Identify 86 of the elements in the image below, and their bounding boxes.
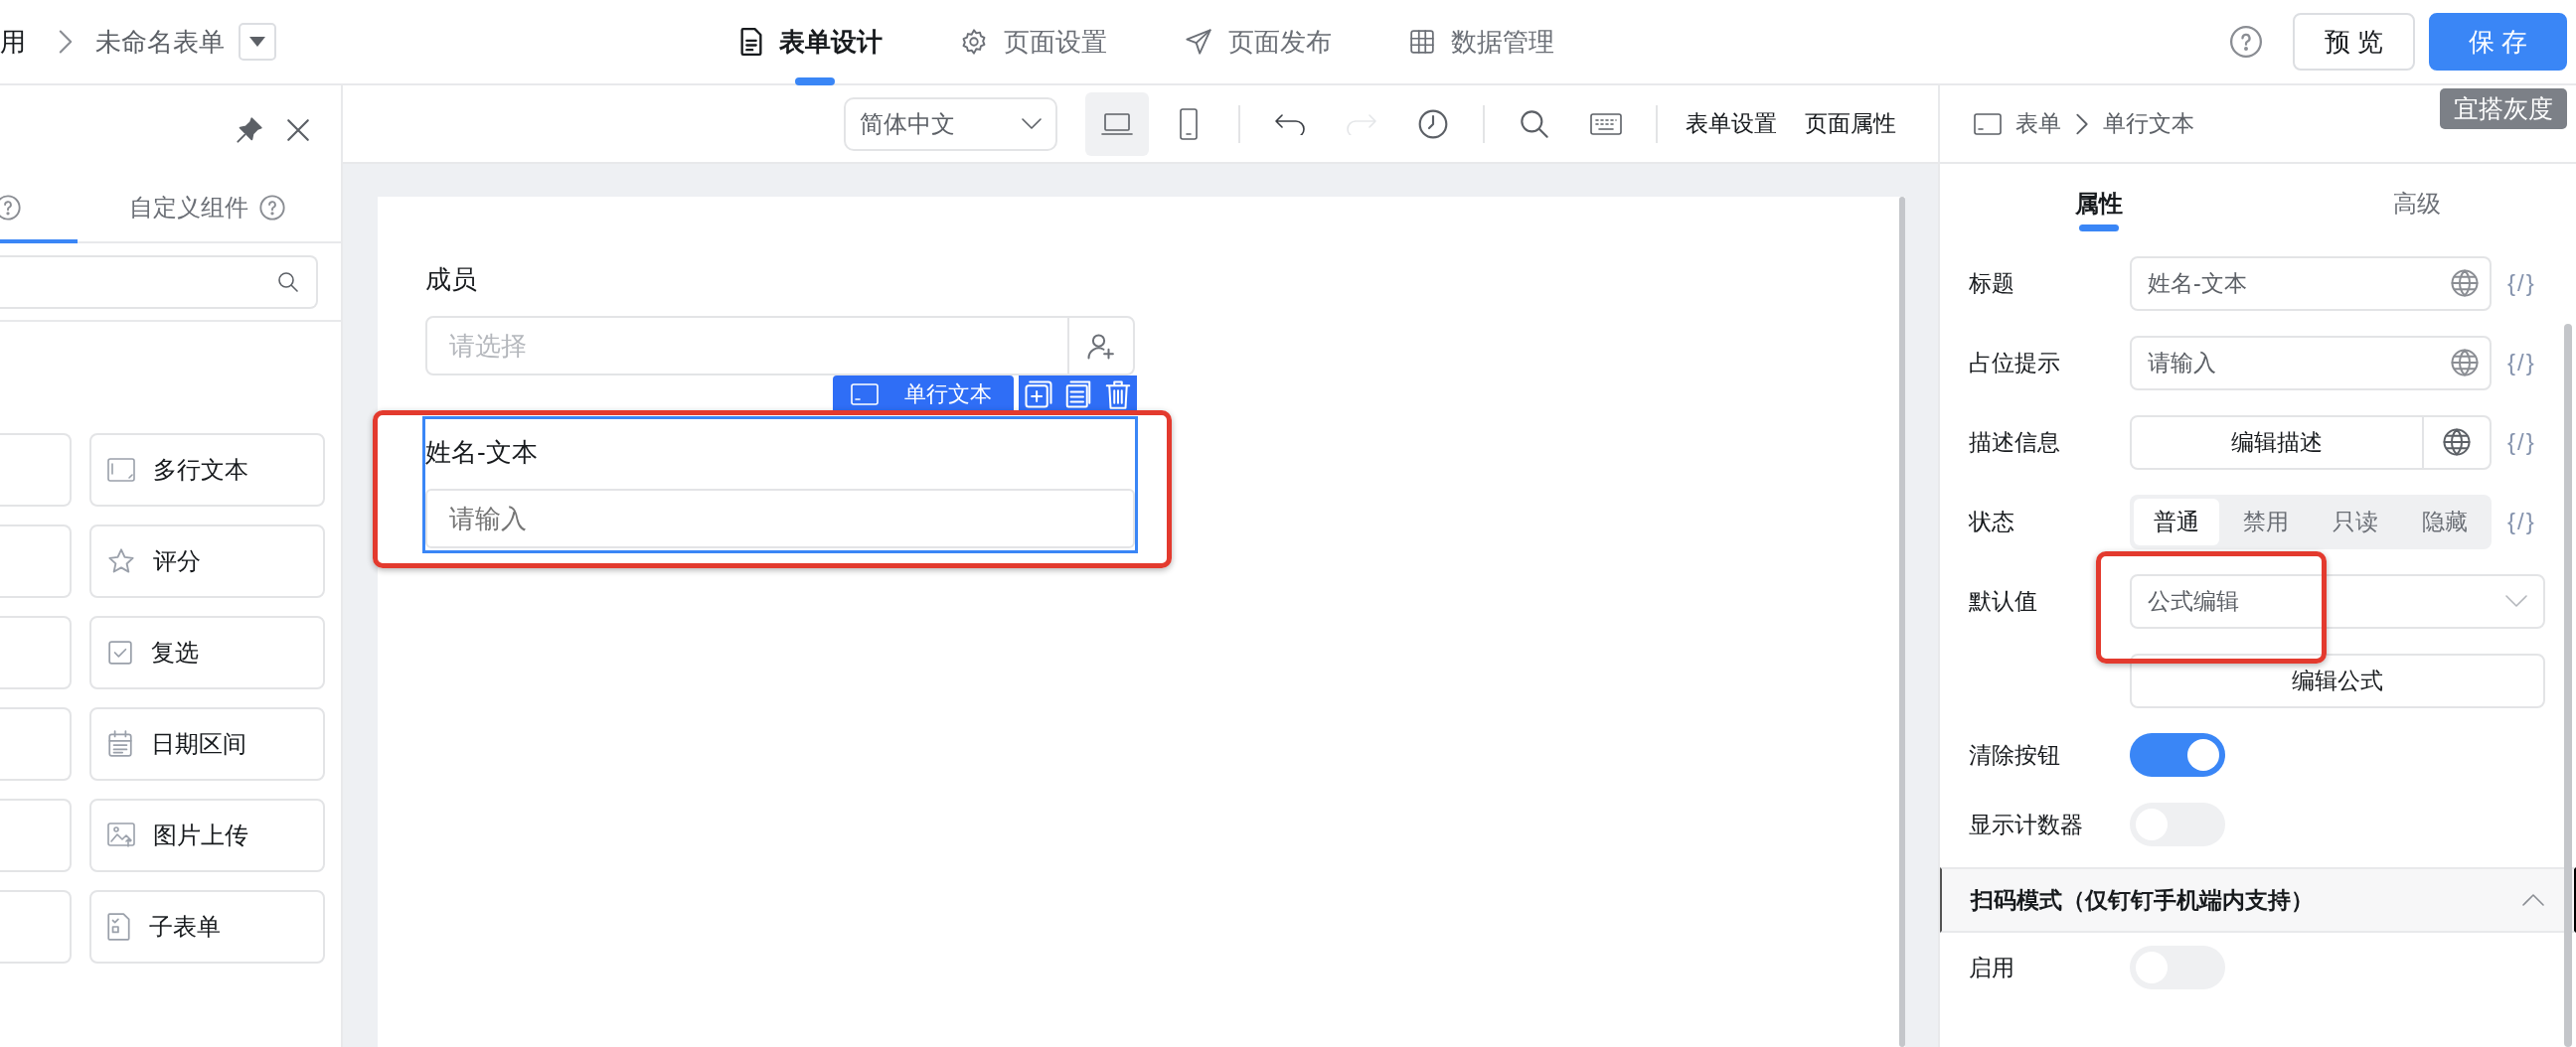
property-label: 启用 [1969, 953, 2015, 982]
table-icon [1409, 29, 1435, 55]
breadcrumb-item[interactable]: 单行文本 [2103, 108, 2194, 139]
form-frame-icon [1974, 112, 2002, 135]
globe-icon[interactable] [2442, 427, 2472, 457]
delete-icon[interactable] [1103, 379, 1132, 409]
globe-icon[interactable] [2450, 348, 2480, 377]
component-card[interactable]: 复选 [89, 616, 325, 689]
phone-icon [1179, 107, 1199, 140]
help-icon [0, 194, 22, 222]
breadcrumb-item[interactable]: 表单 [2015, 108, 2061, 139]
app-name[interactable]: 用 [0, 24, 26, 60]
chevron-right-icon [2075, 111, 2089, 136]
chevron-down-icon [1022, 117, 1042, 130]
textbox-icon [851, 383, 879, 405]
language-select[interactable]: 简体中文 [844, 96, 1057, 151]
chevron-down-icon [2505, 595, 2527, 607]
textarea-icon [107, 458, 135, 482]
tooltip: 宜搭灰度 [2440, 88, 2567, 129]
save-button[interactable]: 保 存 [2428, 13, 2567, 71]
field-label: 姓名-文本 [425, 437, 539, 467]
section-header[interactable]: 扫码模式（仅钉钉手机端内支持） [1940, 867, 2576, 933]
property-input[interactable]: 请输入 [2130, 335, 2492, 390]
form-field[interactable]: 成员 请选择 [425, 264, 1135, 375]
star-icon [107, 547, 135, 575]
property-tab[interactable]: 高级 [2258, 164, 2576, 243]
gear-icon [960, 28, 988, 56]
edit-formula-button[interactable]: 编辑公式 [2130, 653, 2545, 708]
checkbox-icon [107, 640, 133, 666]
property-label: 占位提示 [1969, 348, 2061, 377]
property-input[interactable]: 姓名-文本 [2130, 255, 2492, 311]
image-icon [107, 823, 135, 848]
chevron-right-icon [58, 29, 74, 55]
property-label: 清除按钮 [1969, 740, 2061, 770]
help-icon[interactable] [2228, 25, 2263, 59]
nav-tab[interactable]: 页面发布 [1185, 0, 1332, 83]
search-icon [1519, 107, 1550, 140]
property-label: 显示计数器 [1969, 810, 2084, 839]
paper-plane-icon [1185, 28, 1212, 56]
component-card[interactable]: 多行文本 [89, 433, 325, 507]
panel-tab[interactable]: 自定义组件 [129, 174, 286, 241]
clock-icon [1417, 107, 1449, 140]
segment-option[interactable]: 隐藏 [2402, 498, 2488, 545]
add-copy-icon[interactable] [1024, 379, 1054, 409]
toggle-switch[interactable] [2130, 733, 2225, 777]
laptop-icon [1101, 111, 1133, 136]
chevron-up-icon [2522, 894, 2544, 906]
scrollbar[interactable] [2564, 324, 2572, 1047]
component-card[interactable]: 评分 [89, 524, 325, 598]
scrollbar[interactable] [1899, 197, 1905, 1047]
calendar-icon [107, 730, 133, 758]
pin-icon[interactable] [236, 115, 263, 144]
field-label: 成员 [425, 264, 478, 294]
text-input[interactable]: 请输入 [425, 489, 1135, 548]
toolbar-link[interactable]: 表单设置 [1676, 108, 1787, 139]
toolbar-link[interactable]: 页面属性 [1795, 108, 1906, 139]
nav-tab[interactable]: 页面设置 [960, 0, 1107, 83]
component-card[interactable]: 日期区间 [89, 707, 325, 781]
form-icon [107, 913, 131, 941]
search-icon [276, 269, 300, 294]
keyboard-icon [1590, 111, 1622, 136]
segment-option[interactable]: 禁用 [2223, 498, 2309, 545]
help-icon [258, 194, 286, 222]
add-user-icon [1086, 331, 1116, 361]
nav-tab[interactable]: 表单设计 [739, 0, 883, 83]
caret-down-icon [248, 36, 266, 48]
desktop-view-button[interactable] [1085, 91, 1149, 156]
globe-icon[interactable] [2450, 268, 2480, 298]
search-field[interactable] [0, 254, 318, 309]
property-label: 默认值 [1969, 586, 2038, 616]
segment-option[interactable]: 只读 [2313, 498, 2398, 545]
preview-button[interactable]: 预 览 [2292, 13, 2415, 71]
default-value-select[interactable]: 公式编辑 [2130, 573, 2545, 629]
document-icon [739, 28, 763, 56]
nav-tab[interactable]: 数据管理 [1409, 0, 1554, 83]
segment-option[interactable]: 普通 [2134, 498, 2219, 545]
property-label: 描述信息 [1969, 427, 2061, 457]
dropdown-button[interactable] [239, 23, 276, 61]
component-card[interactable]: 图片上传 [89, 799, 325, 872]
component-card[interactable]: 子表单 [89, 890, 325, 964]
property-tab[interactable]: 属性 [1940, 164, 2258, 243]
property-label: 状态 [1969, 507, 2015, 536]
form-name[interactable]: 未命名表单 [95, 24, 225, 60]
component-type-tag: 单行文本 [833, 375, 1014, 413]
close-icon[interactable] [285, 116, 311, 143]
property-label: 标题 [1969, 268, 2015, 298]
